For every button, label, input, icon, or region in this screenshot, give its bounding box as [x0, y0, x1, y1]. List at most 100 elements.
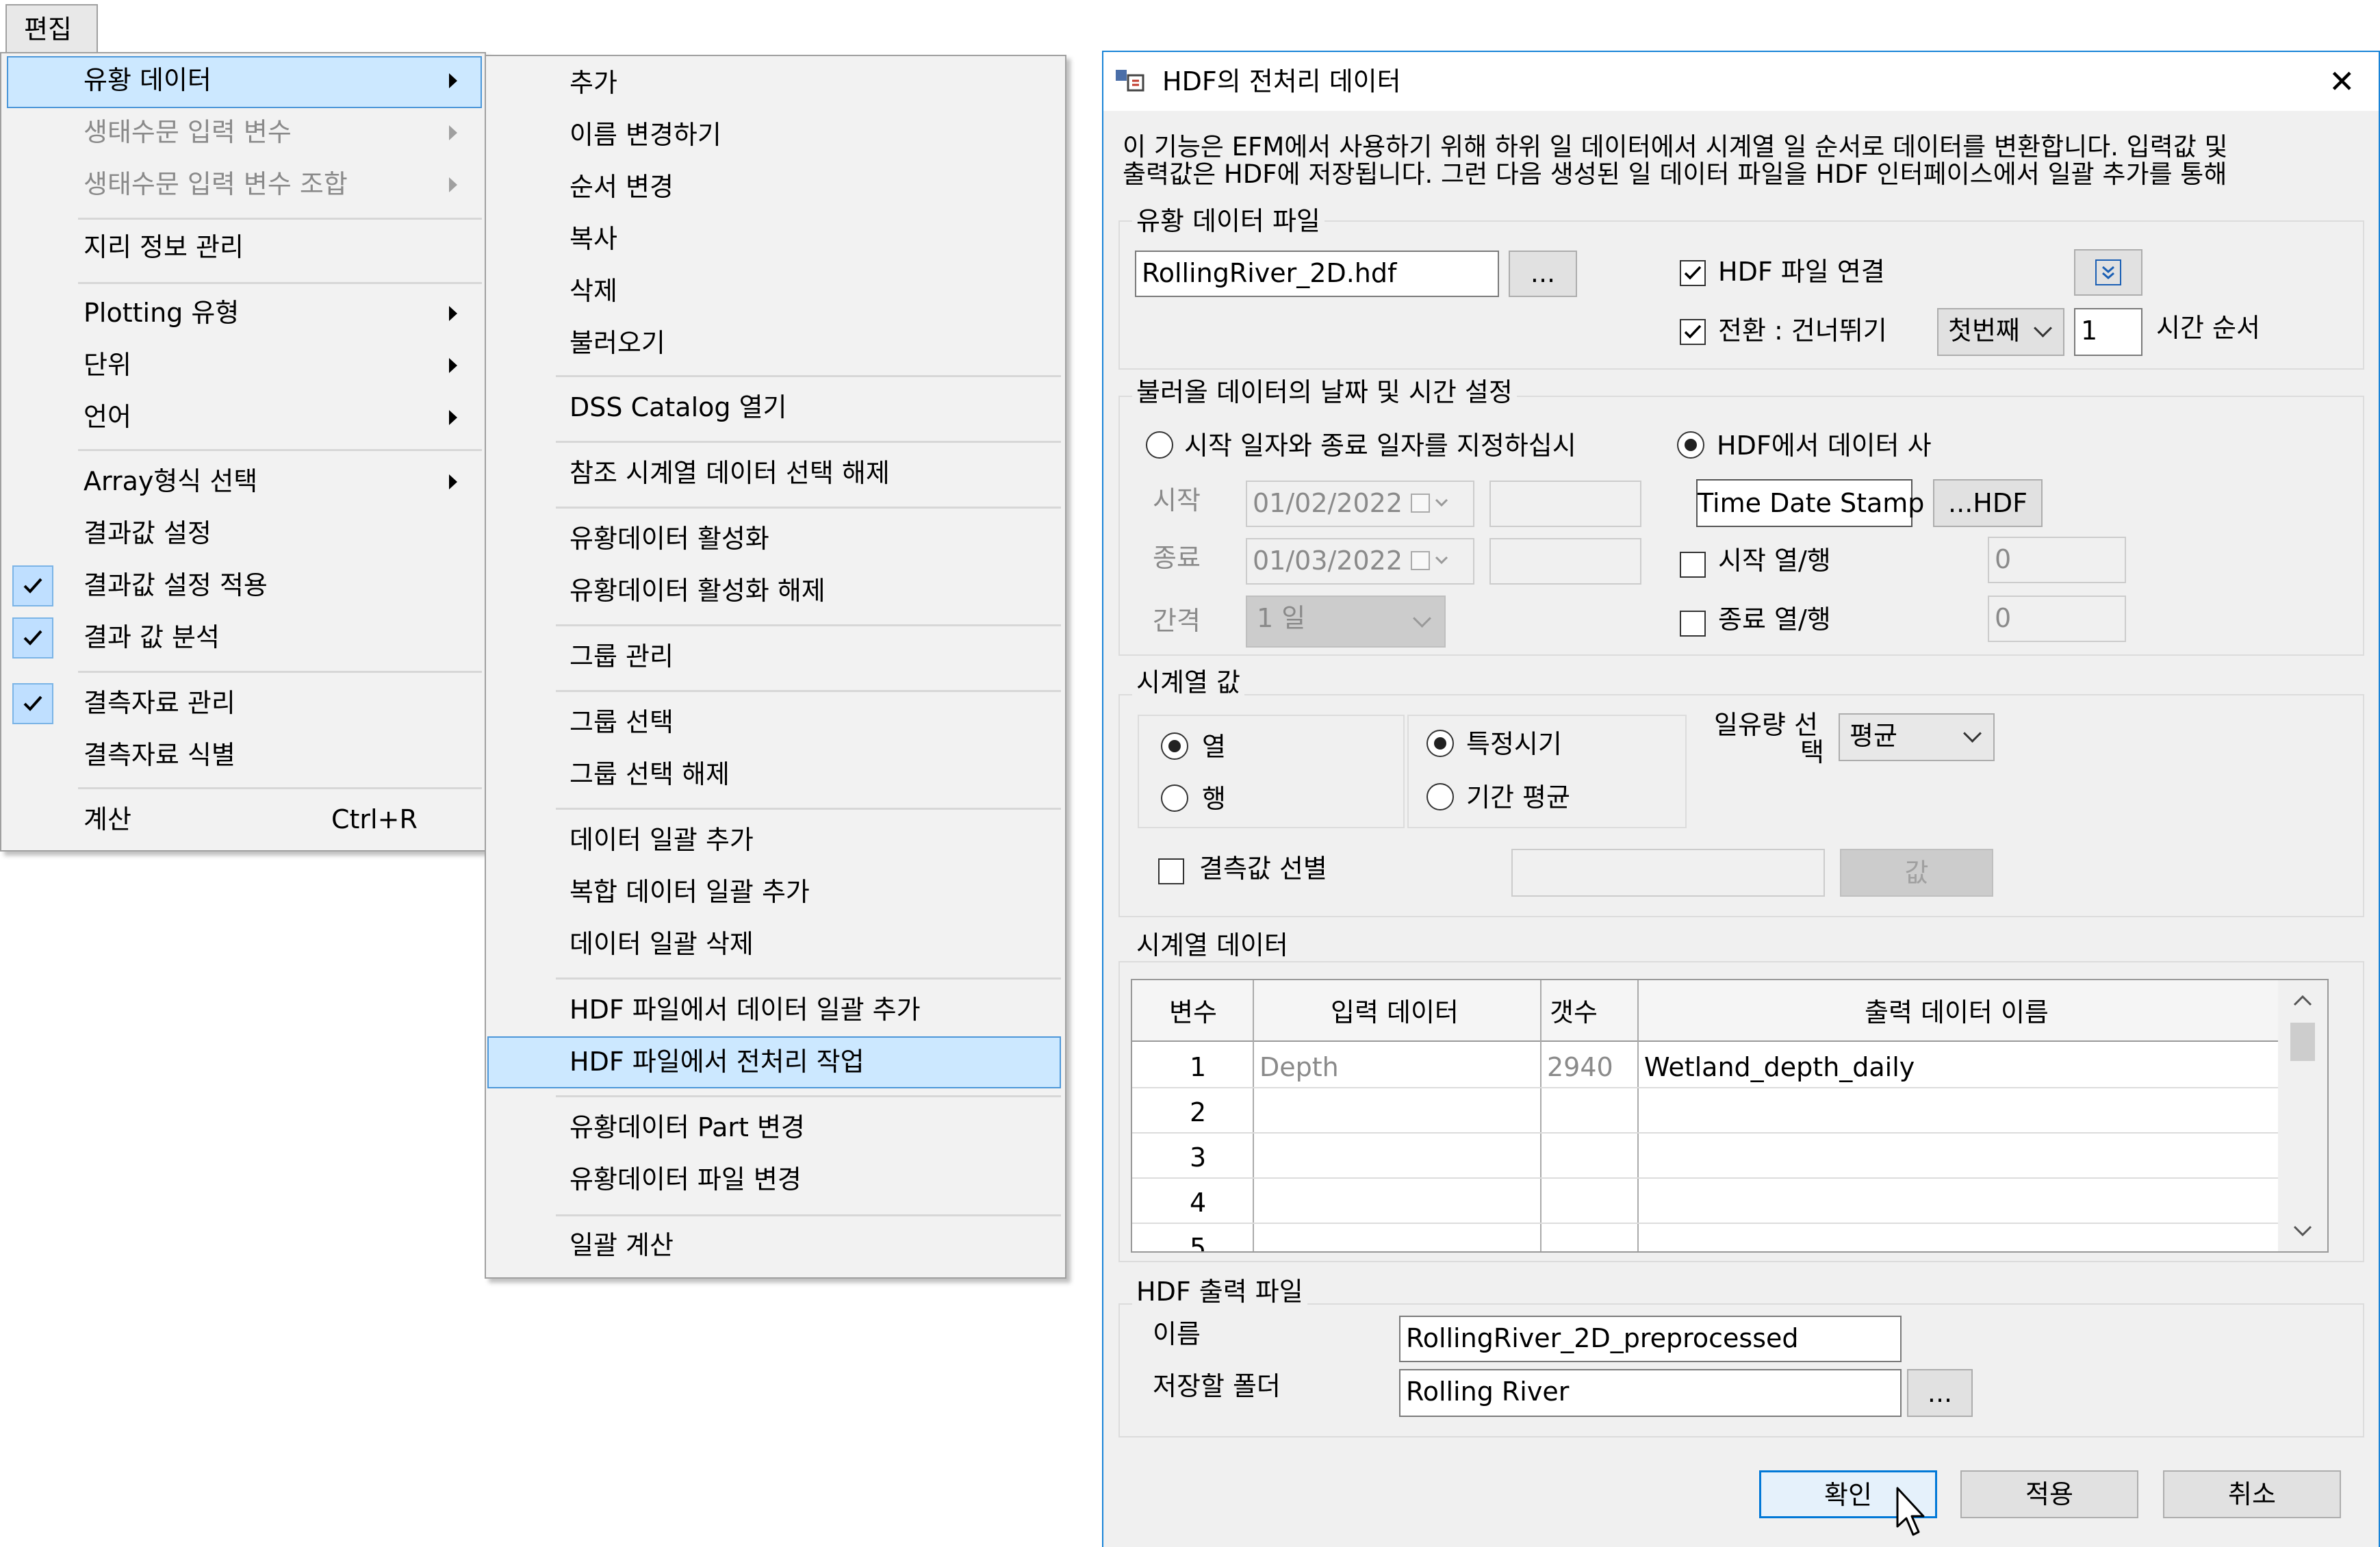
dialog-title: HDF의 전처리 데이터	[1162, 66, 1401, 97]
menu-separator	[78, 787, 482, 789]
missing-values-checkbox[interactable]	[1158, 858, 1184, 884]
period-average-label: 기간 평균	[1466, 782, 1570, 813]
scrollbar-thumb[interactable]	[2290, 1023, 2315, 1061]
main-menu-item-language[interactable]: 언어	[5, 392, 481, 444]
table-row[interactable]: 1 Depth 2940 Wetland_depth_daily	[1132, 1043, 2278, 1088]
hdf-button[interactable]: ...HDF	[1933, 479, 2043, 527]
table-header-cell[interactable]: 변수	[1169, 999, 1217, 1025]
main-menu-item-geo-info[interactable]: 지리 정보 관리	[5, 222, 481, 274]
table-cell[interactable]: 3	[1190, 1145, 1206, 1171]
submenu-item-group-deselect[interactable]: 그룹 선택 해제	[487, 749, 1061, 801]
end-label: 종료	[1153, 543, 1201, 573]
hdf-link-checkbox[interactable]	[1680, 260, 1706, 286]
submenu-item-hdf-batch-add[interactable]: HDF 파일에서 데이터 일괄 추가	[487, 984, 1061, 1036]
expand-button[interactable]	[2074, 249, 2142, 296]
apply-button[interactable]: 적용	[1960, 1470, 2138, 1518]
chevron-up-icon[interactable]	[2278, 983, 2327, 1017]
end-rowcol-checkbox[interactable]	[1680, 611, 1706, 637]
submenu-item-batch-add-composite[interactable]: 복합 데이터 일괄 추가	[487, 867, 1061, 919]
group-ts-values-title: 시계열 값	[1132, 669, 1244, 695]
main-menu-item-missing-identify[interactable]: 결측자료 식별	[5, 730, 481, 782]
table-scrollbar[interactable]	[2278, 980, 2327, 1251]
table-cell[interactable]: 4	[1190, 1190, 1206, 1216]
main-menu-item-missing-manage[interactable]: 결측자료 관리	[5, 678, 481, 730]
submenu-item-hdf-preprocess[interactable]: HDF 파일에서 전처리 작업	[487, 1036, 1061, 1088]
start-rowcol-label: 시작 열/행	[1718, 546, 1831, 576]
table-row[interactable]: 5	[1132, 1224, 2278, 1251]
table-cell[interactable]: Wetland_depth_daily	[1644, 1054, 1915, 1080]
start-rowcol-input[interactable]: 0	[1988, 537, 2126, 583]
dialog-titlebar: HDF의 전처리 데이터 ✕	[1103, 52, 2379, 111]
table-row[interactable]: 4	[1132, 1179, 2278, 1224]
main-menu-item-apply-result-settings[interactable]: 결과값 설정 적용	[5, 560, 481, 612]
submenu-item-batch-add[interactable]: 데이터 일괄 추가	[487, 815, 1061, 867]
submenu-item-change-part[interactable]: 유황데이터 Part 변경	[487, 1102, 1061, 1154]
main-menu-item-calculate[interactable]: 계산 Ctrl+R	[5, 794, 481, 846]
submenu-item-batch-calc[interactable]: 일괄 계산	[487, 1220, 1061, 1272]
submenu-item-change-file[interactable]: 유황데이터 파일 변경	[487, 1154, 1061, 1206]
main-menu-item-units[interactable]: 단위	[5, 340, 481, 392]
time-date-stamp-button[interactable]: Time Date Stamp	[1696, 479, 1924, 527]
chevron-down-icon[interactable]	[2278, 1214, 2327, 1249]
table-header-cell[interactable]: 갯수	[1550, 999, 1598, 1025]
submenu-item-delete[interactable]: 삭제	[487, 266, 1061, 318]
menu-edit-label: 편집	[24, 14, 72, 44]
submenu-item-copy[interactable]: 복사	[487, 214, 1061, 266]
main-menu-item-array-format[interactable]: Array형식 선택	[5, 456, 481, 508]
table-header-cell[interactable]: 출력 데이터 이름	[1865, 999, 2049, 1025]
output-name-input[interactable]: RollingRiver_2D_preprocessed	[1399, 1316, 1902, 1362]
menu-separator	[78, 282, 482, 284]
submenu-arrow-icon	[449, 125, 457, 140]
specific-period-radio[interactable]	[1426, 730, 1454, 757]
submenu-item-group-manage[interactable]: 그룹 관리	[487, 631, 1061, 683]
end-rowcol-input[interactable]: 0	[1988, 596, 2126, 642]
submenu-item-import[interactable]: 불러오기	[487, 318, 1061, 370]
main-menu-item-eco-input-combo[interactable]: 생태수문 입력 변수 조합	[5, 159, 481, 211]
flow-file-browse-button[interactable]: ...	[1509, 251, 1577, 297]
value-button[interactable]: 값	[1840, 849, 1993, 897]
menu-separator	[556, 977, 1061, 980]
main-menu-item-flow-data[interactable]: 유황 데이터	[5, 55, 481, 107]
start-rowcol-checkbox[interactable]	[1680, 552, 1706, 578]
row-radio[interactable]	[1161, 784, 1188, 812]
table-header-cell[interactable]: 입력 데이터	[1331, 999, 1459, 1025]
cancel-button[interactable]: 취소	[2163, 1470, 2341, 1518]
date-range-radio[interactable]	[1146, 431, 1173, 459]
main-menu-item-plotting[interactable]: Plotting 유형	[5, 287, 481, 340]
submenu-item-dss-catalog[interactable]: DSS Catalog 열기	[487, 382, 1061, 434]
submenu-item-add[interactable]: 추가	[487, 57, 1061, 110]
table-cell[interactable]: 1	[1190, 1054, 1206, 1080]
ts-data-table: 변수 입력 데이터 갯수 출력 데이터 이름 1 Depth 2940 Wetland…	[1131, 979, 2329, 1253]
column-radio[interactable]	[1161, 732, 1188, 760]
output-folder-input[interactable]: Rolling River	[1399, 1369, 1902, 1417]
skip-value-input[interactable]: 1	[2074, 308, 2142, 356]
table-row[interactable]: 2	[1132, 1088, 2278, 1134]
table-row[interactable]: 3	[1132, 1134, 2278, 1179]
table-cell[interactable]: 5	[1190, 1235, 1206, 1251]
end-time-input[interactable]	[1489, 538, 1641, 585]
flow-file-input[interactable]: RollingRiver_2D.hdf	[1135, 251, 1499, 297]
period-average-radio[interactable]	[1426, 783, 1454, 810]
main-menu-item-eco-input[interactable]: 생태수문 입력 변수	[5, 107, 481, 159]
submenu-item-batch-delete[interactable]: 데이터 일괄 삭제	[487, 919, 1061, 971]
group-date-settings-title: 불러올 데이터의 날짜 및 시간 설정	[1132, 379, 1517, 405]
table-cell[interactable]: Depth	[1259, 1054, 1339, 1080]
table-cell[interactable]: 2	[1190, 1099, 1206, 1125]
hdf-data-radio[interactable]	[1677, 431, 1704, 459]
submenu-item-activate[interactable]: 유황데이터 활성화	[487, 513, 1061, 565]
main-menu-item-result-settings[interactable]: 결과값 설정	[5, 508, 481, 560]
main-menu-item-result-analysis[interactable]: 결과 값 분석	[5, 612, 481, 664]
submenu-item-clear-reference[interactable]: 참조 시계열 데이터 선택 해제	[487, 448, 1061, 500]
output-folder-browse-button[interactable]: ...	[1907, 1369, 1973, 1417]
submenu-item-rename[interactable]: 이름 변경하기	[487, 110, 1061, 162]
menu-separator	[556, 1095, 1061, 1097]
table-cell[interactable]: 2940	[1547, 1054, 1613, 1080]
menu-edit[interactable]: 편집	[5, 4, 98, 53]
missing-values-input[interactable]	[1511, 849, 1825, 897]
convert-skip-checkbox[interactable]	[1680, 319, 1706, 345]
submenu-item-group-select[interactable]: 그룹 선택	[487, 697, 1061, 749]
start-time-input[interactable]	[1489, 481, 1641, 527]
submenu-item-reorder[interactable]: 순서 변경	[487, 162, 1061, 214]
submenu-item-deactivate[interactable]: 유황데이터 활성화 해제	[487, 565, 1061, 617]
close-icon[interactable]: ✕	[2329, 66, 2355, 97]
